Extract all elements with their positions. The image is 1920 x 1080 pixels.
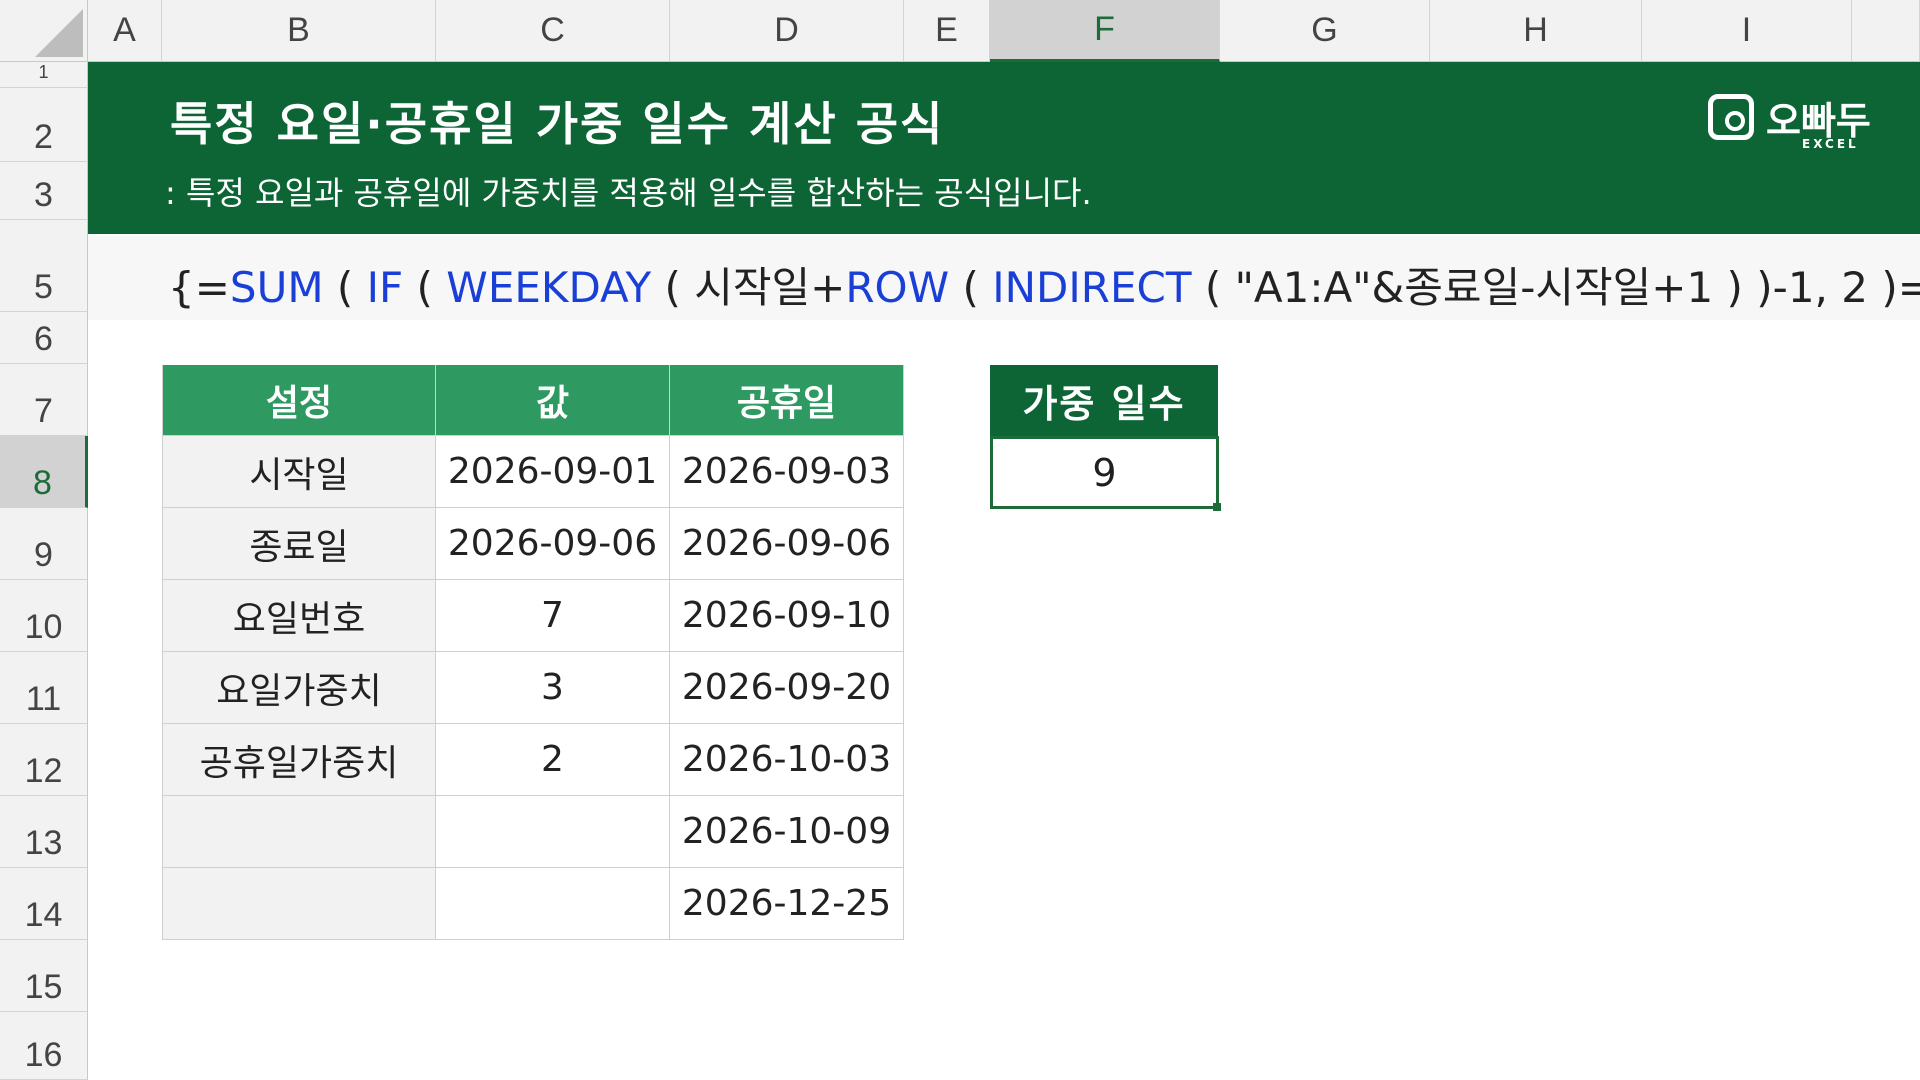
row-header-5[interactable]: 5 bbox=[0, 220, 88, 312]
table-header-holiday[interactable]: 공휴일 bbox=[670, 365, 904, 436]
column-header-c[interactable]: C bbox=[436, 0, 670, 62]
table-cell-value[interactable] bbox=[436, 796, 670, 868]
table-cell-holiday[interactable]: 2026-09-06 bbox=[670, 508, 904, 580]
row-header-10[interactable]: 10 bbox=[0, 580, 88, 652]
select-all-corner[interactable] bbox=[0, 0, 88, 62]
formula-part: ( bbox=[949, 263, 993, 312]
table-cell-value[interactable]: 3 bbox=[436, 652, 670, 724]
formula-part: ( 시작일+ bbox=[651, 263, 846, 312]
row-header-12[interactable]: 12 bbox=[0, 724, 88, 796]
banner-title: 특정 요일·공휴일 가중 일수 계산 공식 bbox=[170, 97, 945, 151]
column-header-f[interactable]: F bbox=[990, 0, 1220, 62]
column-header-a[interactable]: A bbox=[88, 0, 162, 62]
row-header-7[interactable]: 7 bbox=[0, 364, 88, 436]
row-header-15[interactable]: 15 bbox=[0, 940, 88, 1012]
column-header-h[interactable]: H bbox=[1430, 0, 1642, 62]
formula-part: ( bbox=[323, 263, 367, 312]
table-cell-label[interactable]: 공휴일가중치 bbox=[162, 724, 436, 796]
fill-handle[interactable] bbox=[1213, 503, 1221, 511]
formula-function-indirect: INDIRECT bbox=[992, 263, 1192, 312]
table-cell-holiday[interactable]: 2026-10-09 bbox=[670, 796, 904, 868]
result-value-cell[interactable]: 9 bbox=[990, 436, 1219, 509]
table-header-setting[interactable]: 설정 bbox=[162, 365, 436, 436]
column-header-e[interactable]: E bbox=[904, 0, 990, 62]
row-header-13[interactable]: 13 bbox=[0, 796, 88, 868]
row-header-2[interactable]: 2 bbox=[0, 88, 88, 162]
table-header-value[interactable]: 값 bbox=[436, 365, 670, 436]
formula-function-sum: SUM bbox=[229, 263, 324, 312]
table-cell-holiday[interactable]: 2026-12-25 bbox=[670, 868, 904, 940]
table-cell-holiday[interactable]: 2026-09-03 bbox=[670, 436, 904, 508]
row-header-11[interactable]: 11 bbox=[0, 652, 88, 724]
table-cell-value[interactable]: 7 bbox=[436, 580, 670, 652]
column-header-next[interactable] bbox=[1852, 0, 1920, 62]
formula-part: ( "A1:A"&종료일-시작일+1 ) )-1, 2 )=요 bbox=[1191, 263, 1920, 312]
row-header-8[interactable]: 8 bbox=[0, 436, 88, 508]
table-cell-label[interactable] bbox=[162, 868, 436, 940]
row-header-1[interactable]: 1 bbox=[0, 62, 88, 88]
formula-function-if: IF bbox=[366, 263, 404, 312]
table-cell-holiday[interactable]: 2026-09-20 bbox=[670, 652, 904, 724]
table-cell-label[interactable]: 시작일 bbox=[162, 436, 436, 508]
logo-subtext: EXCEL bbox=[1802, 137, 1859, 151]
formula-part: {= bbox=[168, 263, 230, 312]
table-cell-value[interactable] bbox=[436, 868, 670, 940]
table-cell-label[interactable]: 요일번호 bbox=[162, 580, 436, 652]
result-header[interactable]: 가중 일수 bbox=[990, 365, 1218, 436]
row-header-3[interactable]: 3 bbox=[0, 162, 88, 220]
column-header-i[interactable]: I bbox=[1642, 0, 1852, 62]
table-cell-value[interactable]: 2 bbox=[436, 724, 670, 796]
table-cell-holiday[interactable]: 2026-10-03 bbox=[670, 724, 904, 796]
formula-part: ( bbox=[403, 263, 447, 312]
table-cell-value[interactable]: 2026-09-06 bbox=[436, 508, 670, 580]
table-cell-label[interactable]: 종료일 bbox=[162, 508, 436, 580]
table-cell-label[interactable] bbox=[162, 796, 436, 868]
logo-icon bbox=[1708, 94, 1754, 140]
column-header-d[interactable]: D bbox=[670, 0, 904, 62]
formula-function-weekday: WEEKDAY bbox=[446, 263, 652, 312]
column-header-b[interactable]: B bbox=[162, 0, 436, 62]
column-header-g[interactable]: G bbox=[1220, 0, 1430, 62]
row-header-6[interactable]: 6 bbox=[0, 312, 88, 364]
banner-subtitle: : 특정 요일과 공휴일에 가중치를 적용해 일수를 합산하는 공식입니다. bbox=[165, 174, 1092, 212]
row-header-14[interactable]: 14 bbox=[0, 868, 88, 940]
select-all-triangle bbox=[35, 9, 83, 57]
row-header-9[interactable]: 9 bbox=[0, 508, 88, 580]
table-cell-holiday[interactable]: 2026-09-10 bbox=[670, 580, 904, 652]
formula-function-row: ROW bbox=[845, 263, 950, 312]
table-cell-value[interactable]: 2026-09-01 bbox=[436, 436, 670, 508]
table-cell-label[interactable]: 요일가중치 bbox=[162, 652, 436, 724]
row-header-16[interactable]: 16 bbox=[0, 1012, 88, 1080]
formula-text: {=SUM ( IF ( WEEKDAY ( 시작일+ROW ( INDIREC… bbox=[168, 254, 1920, 315]
